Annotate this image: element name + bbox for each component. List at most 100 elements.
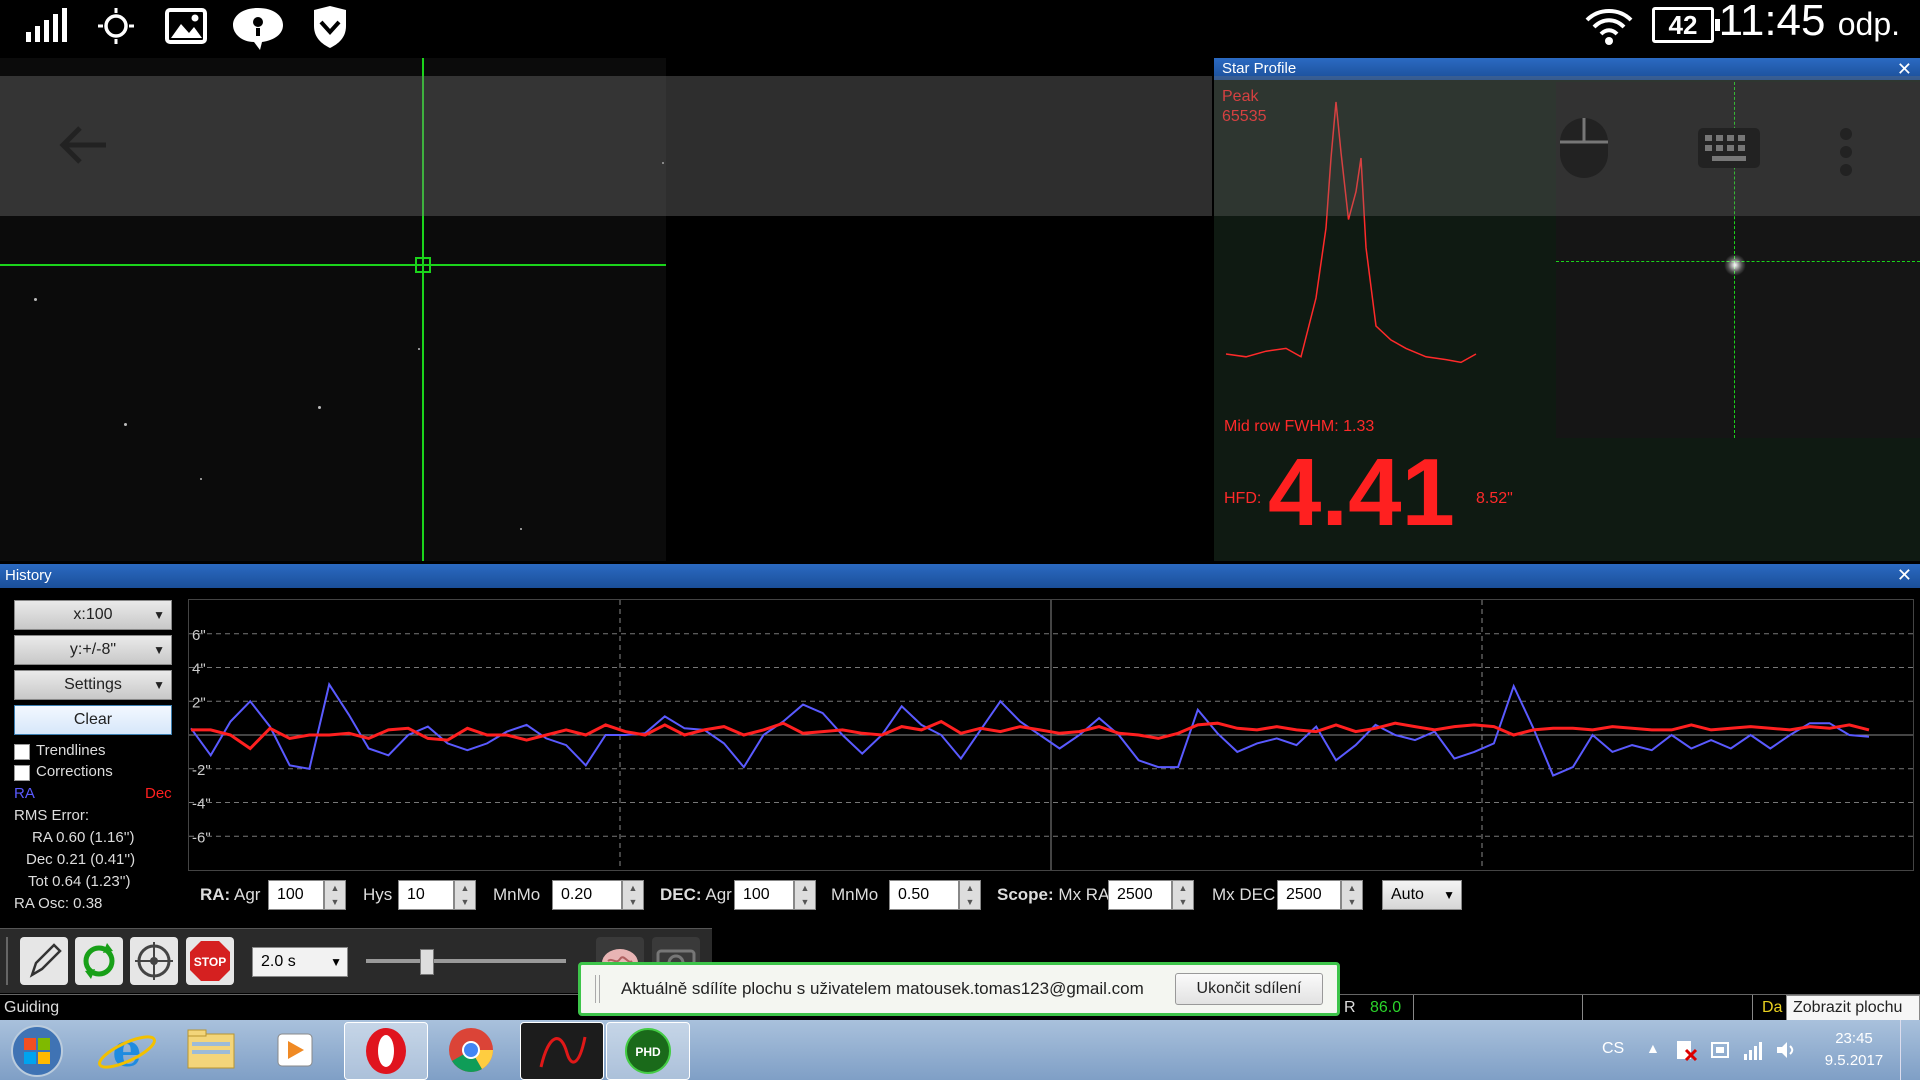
history-titlebar: History ✕ (0, 564, 1920, 588)
keyboard-icon[interactable] (1696, 126, 1762, 170)
star-profile-window: Star Profile ✕ Peak 65535 Mid row FWHM: … (1214, 58, 1920, 561)
x-scale-dropdown[interactable]: x:100 ▼ (14, 600, 172, 630)
mode-value: Auto (1391, 886, 1424, 903)
svg-text:PHD: PHD (635, 1045, 661, 1059)
ra-mnmo-spinner[interactable]: ▲ ▼ (622, 880, 644, 910)
stop-sharing-button[interactable]: Ukončit sdílení (1175, 973, 1323, 1005)
close-icon[interactable]: ✕ (1897, 564, 1912, 586)
y-scale-dropdown[interactable]: y:+/-8" ▼ (14, 635, 172, 665)
star-profile-title: Star Profile (1222, 60, 1297, 77)
gamma-slider-track[interactable] (366, 959, 566, 963)
status-da-label: Da (1762, 999, 1783, 1016)
curve-app-icon[interactable] (520, 1022, 604, 1080)
rms-title: RMS Error: (14, 807, 89, 824)
taskbar-date[interactable]: 9.5.2017 (1818, 1052, 1890, 1069)
network-icon[interactable] (1742, 1038, 1766, 1062)
media-player-icon[interactable] (254, 1022, 336, 1078)
star-dot (200, 478, 202, 480)
clock-suffix: odp. (1837, 6, 1900, 42)
status-r-label: R (1344, 999, 1356, 1016)
start-button-icon[interactable] (10, 1024, 64, 1078)
corrections-checkbox[interactable] (14, 765, 30, 781)
hfd-label: HFD: (1224, 490, 1262, 507)
mouse-icon[interactable] (1556, 114, 1612, 182)
stop-icon[interactable]: STOP (186, 937, 234, 985)
phd-guiding-icon[interactable]: PHD (606, 1022, 690, 1080)
y-tick-label: 2" (192, 694, 206, 711)
action-center-icon[interactable] (1674, 1038, 1698, 1062)
ra-mnmo-label: MnMo (493, 885, 541, 904)
history-plot: 6" 4" 2" -2" -4" -6" (189, 600, 1913, 870)
back-arrow-icon[interactable] (58, 120, 110, 170)
scope-label: Scope: (997, 885, 1054, 904)
volume-icon[interactable] (1774, 1038, 1798, 1062)
rms-ra: RA 0.60 (1.16'') (32, 829, 135, 846)
clock-time: 11:45 (1718, 0, 1826, 45)
target-icon[interactable] (130, 937, 178, 985)
dec-mnmo-label: MnMo (831, 885, 879, 904)
ra-agr-field[interactable]: 100 (268, 880, 324, 910)
exposure-dropdown[interactable]: 2.0 s ▼ (252, 947, 348, 977)
clear-button[interactable]: Clear (14, 705, 172, 735)
hys-spinner[interactable]: ▲ ▼ (454, 880, 476, 910)
gallery-icon (165, 8, 207, 44)
tray-expand-icon[interactable]: ▲ (1646, 1040, 1660, 1056)
mxra-field[interactable]: 2500 (1108, 880, 1172, 910)
device-icon[interactable] (1708, 1038, 1732, 1062)
chrome-icon[interactable] (430, 1022, 512, 1078)
mxdec-label: Mx DEC (1212, 885, 1276, 904)
mode-dropdown[interactable]: Auto ▼ (1382, 880, 1462, 910)
language-indicator[interactable]: CS (1602, 1040, 1624, 1058)
history-graph[interactable]: 6" 4" 2" -2" -4" -6" (188, 599, 1914, 871)
chevron-down-icon: ▼ (1443, 888, 1455, 902)
star-dot (418, 348, 420, 350)
ra-mnmo-field[interactable]: 0.20 (552, 880, 622, 910)
camera-view[interactable] (0, 58, 1212, 561)
battery-indicator: 42 (1652, 7, 1720, 43)
trendlines-checkbox[interactable] (14, 744, 30, 760)
opera-icon[interactable] (344, 1022, 428, 1080)
status-mode: Guiding (4, 999, 60, 1016)
remote-overlay-bar (0, 76, 1212, 216)
mxdec-field[interactable]: 2500 (1277, 880, 1341, 910)
screen-share-notice: Aktuálně sdílíte plochu s uživatelem mat… (578, 962, 1340, 1016)
rms-dec: Dec 0.21 (0.41'') (26, 851, 136, 868)
ra-agr-spinner[interactable]: ▲ ▼ (324, 880, 346, 910)
star-dot (520, 528, 522, 530)
settings-dropdown[interactable]: Settings ▼ (14, 670, 172, 700)
y-tick-label: 4" (192, 661, 206, 678)
pen-icon[interactable] (20, 937, 68, 985)
ra-agr-label: Agr (234, 885, 261, 904)
dec-agr-field[interactable]: 100 (734, 880, 794, 910)
lock-position-marker (415, 257, 431, 273)
gamma-slider-thumb[interactable] (420, 949, 434, 975)
hys-field[interactable]: 10 (398, 880, 454, 910)
shield-icon (314, 6, 346, 48)
share-message: Aktuálně sdílíte plochu s uživatelem mat… (621, 979, 1144, 998)
status-divider (1582, 995, 1583, 1021)
hfd-arcsec: 8.52" (1476, 490, 1513, 507)
taskbar-time[interactable]: 23:45 (1818, 1030, 1890, 1047)
more-vert-icon[interactable] (1838, 126, 1854, 178)
file-explorer-icon[interactable] (170, 1022, 252, 1078)
crosshair-horizontal (0, 264, 666, 266)
internet-explorer-icon[interactable]: e (86, 1022, 168, 1078)
mxra-label: Mx RA (1058, 885, 1110, 904)
wifi-icon (1585, 9, 1633, 45)
hys-label: Hys (363, 885, 393, 904)
toolbar-grip (6, 937, 8, 985)
loop-icon[interactable] (75, 937, 123, 985)
ra-label: RA: (200, 885, 231, 904)
dec-agr-spinner[interactable]: ▲ ▼ (794, 880, 816, 910)
scope-controls-label: Scope: Mx RA (997, 885, 1109, 905)
svg-text:STOP: STOP (194, 955, 226, 969)
mxdec-spinner[interactable]: ▲ ▼ (1341, 880, 1363, 910)
brightness-icon (98, 8, 134, 44)
drag-handle[interactable] (595, 975, 600, 1003)
dec-mnmo-spinner[interactable]: ▲ ▼ (959, 880, 981, 910)
show-desktop-button[interactable] (1900, 1020, 1920, 1080)
chat-icon (233, 8, 283, 50)
mxra-spinner[interactable]: ▲ ▼ (1172, 880, 1194, 910)
dec-mnmo-field[interactable]: 0.50 (889, 880, 959, 910)
exposure-value: 2.0 s (261, 953, 296, 970)
